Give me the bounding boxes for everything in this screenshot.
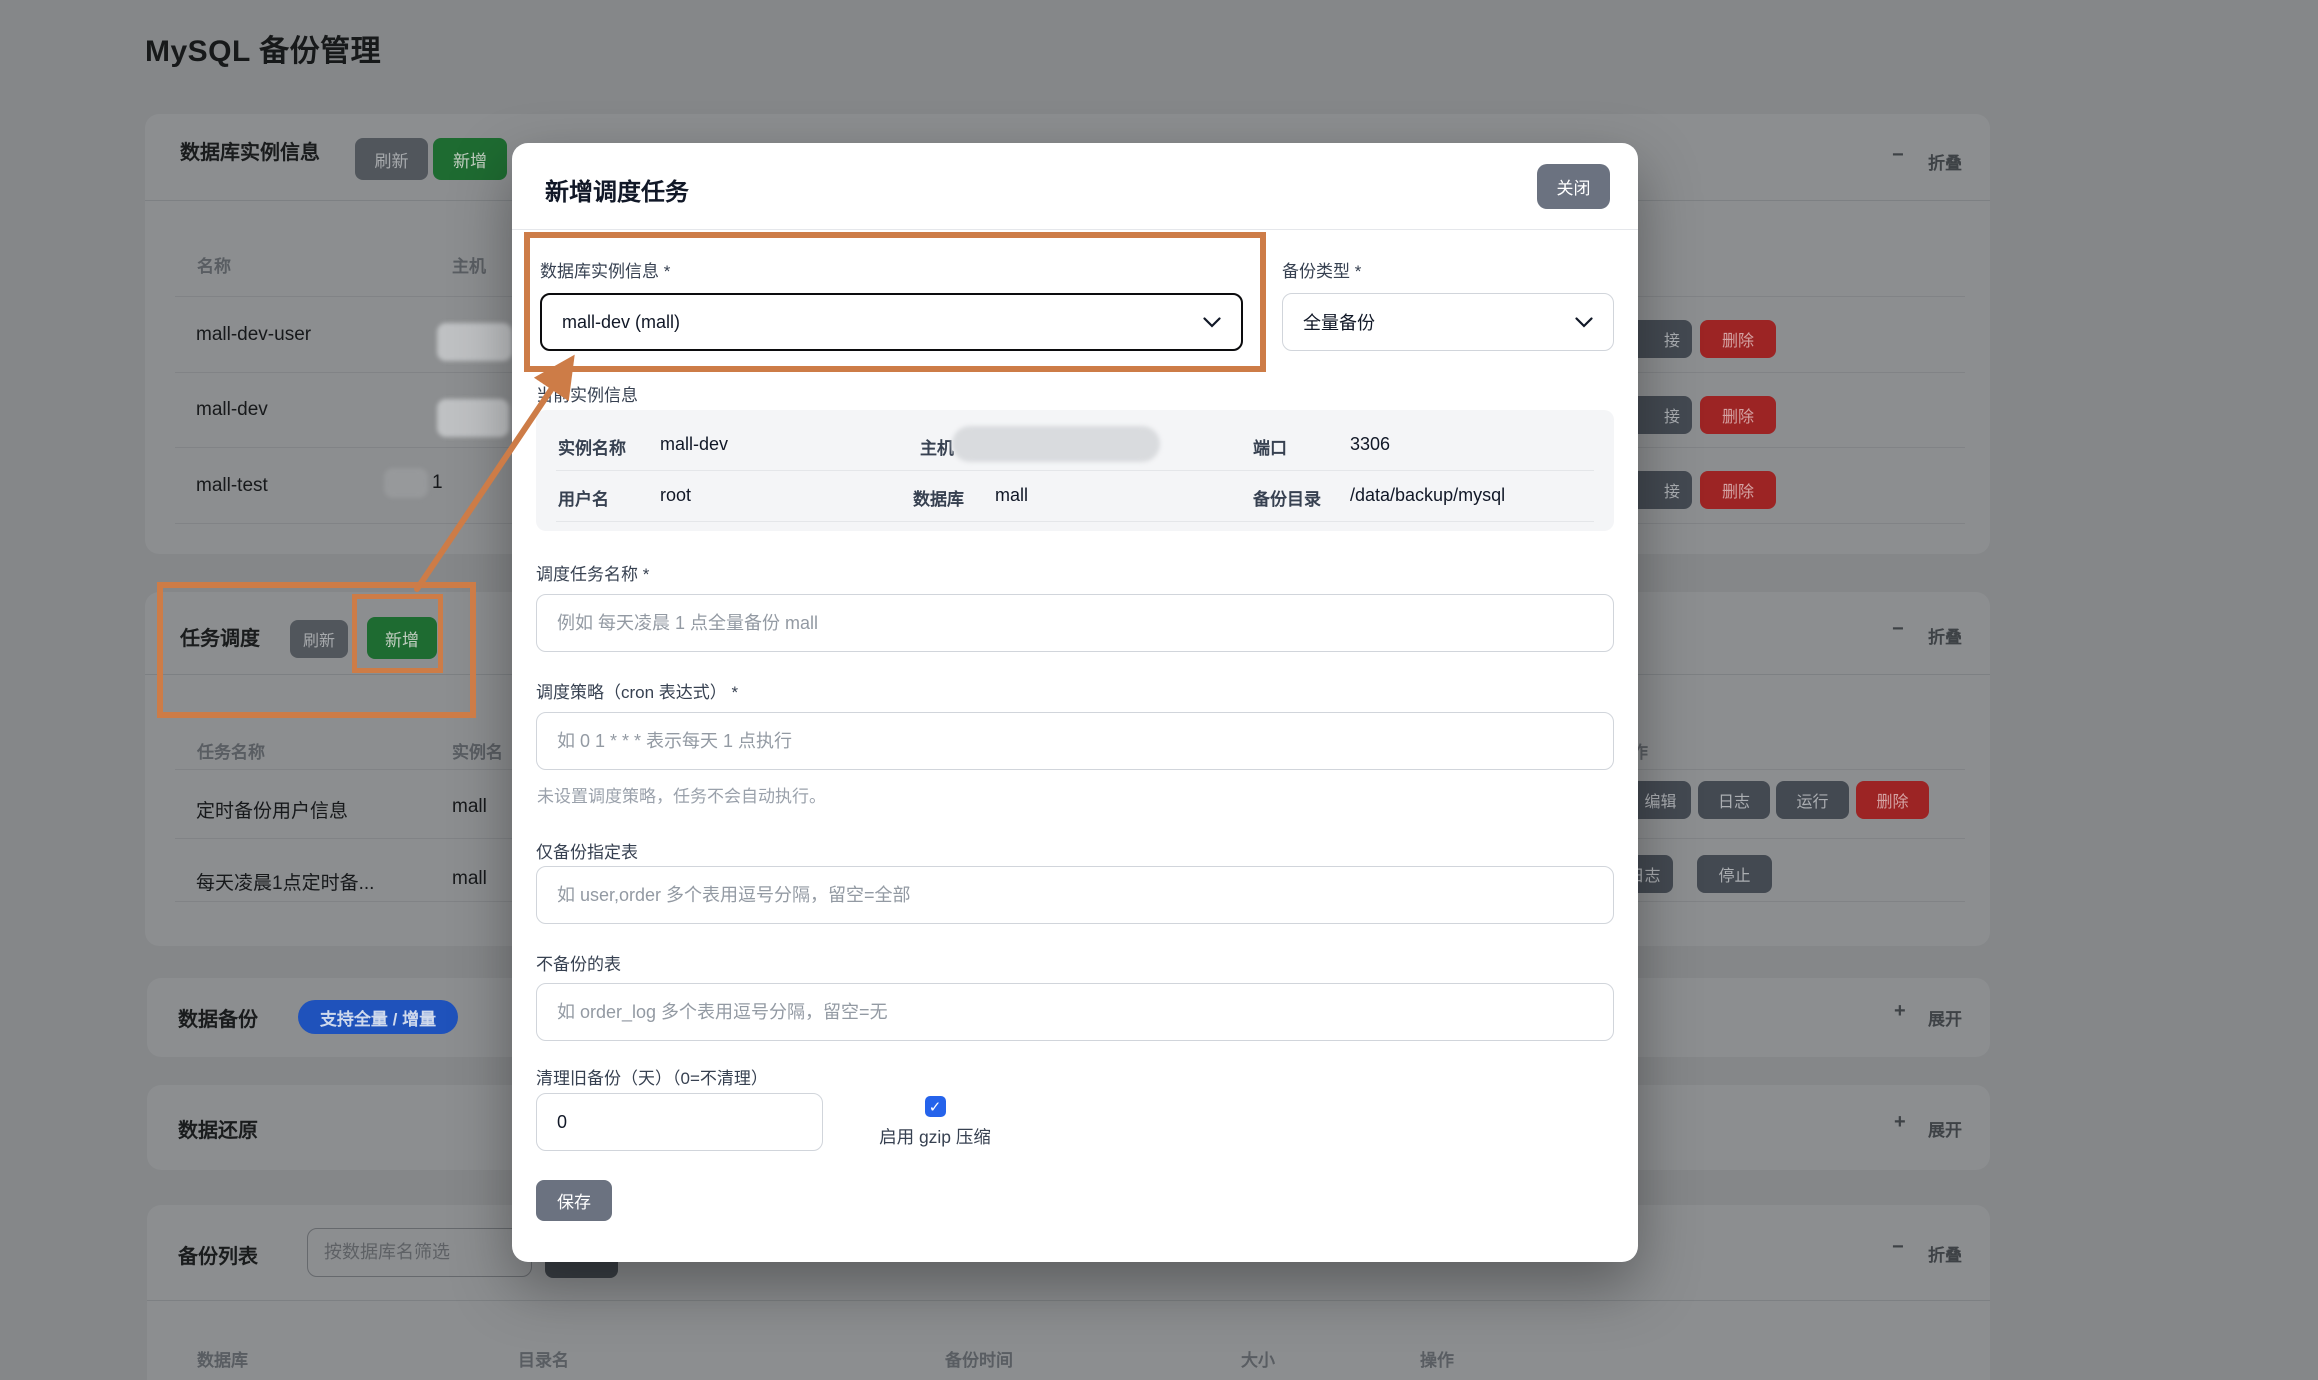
- add-schedule-task-modal: 新增调度任务 关闭 数据库实例信息 * mall-dev (mall) 备份类型…: [512, 143, 1638, 1262]
- instance-select-value: mall-dev (mall): [562, 312, 680, 333]
- info-dir-label: 备份目录: [1253, 485, 1321, 510]
- cron-input[interactable]: [536, 712, 1614, 770]
- host-visible-fragment: 1: [432, 472, 443, 494]
- instances-col-name: 名称: [197, 252, 231, 277]
- list-col-database: 数据库: [197, 1346, 248, 1371]
- current-info-label: 当前实例信息: [536, 381, 638, 406]
- task-row-name: 每天凌晨1点定时备...: [196, 868, 374, 895]
- current-info-panel: 实例名称 mall-dev 主机 端口 3306 用户名 root 数据库 ma…: [536, 410, 1614, 531]
- task-row-instance: mall: [452, 868, 487, 890]
- modal-title: 新增调度任务: [545, 172, 689, 207]
- task-log-button[interactable]: 日志: [1698, 781, 1770, 819]
- info-dir-value: /data/backup/mysql: [1350, 485, 1505, 506]
- cron-label: 调度策略（cron 表达式） *: [536, 678, 738, 703]
- instances-collapse-toggle[interactable]: 折叠: [1928, 149, 1962, 174]
- minus-icon[interactable]: −: [1892, 618, 1904, 641]
- cron-help-text: 未设置调度策略，任务不会自动执行。: [537, 782, 826, 807]
- instance-select[interactable]: mall-dev (mall): [540, 293, 1243, 351]
- task-stop-button[interactable]: 停止: [1697, 855, 1772, 893]
- backup-card-title: 数据备份: [178, 1003, 258, 1032]
- instances-refresh-button[interactable]: 刷新: [355, 138, 428, 180]
- exclude-tables-input[interactable]: [536, 983, 1614, 1041]
- instance-row-name: mall-test: [196, 475, 268, 497]
- instance-delete-button[interactable]: 删除: [1700, 471, 1776, 509]
- redacted-host-blob: [437, 399, 509, 437]
- task-name-label: 调度任务名称 *: [536, 560, 649, 585]
- backup-list-collapse-toggle[interactable]: 折叠: [1928, 1241, 1962, 1266]
- database-filter-input[interactable]: [307, 1228, 532, 1277]
- list-col-size: 大小: [1241, 1346, 1275, 1371]
- check-icon: ✓: [929, 1098, 942, 1116]
- info-host-label: 主机: [920, 434, 954, 459]
- plus-icon[interactable]: +: [1894, 1000, 1906, 1023]
- backup-expand-toggle[interactable]: 展开: [1928, 1005, 1962, 1030]
- full-incremental-badge: 支持全量 / 增量: [298, 1000, 458, 1034]
- restore-expand-toggle[interactable]: 展开: [1928, 1116, 1962, 1141]
- minus-icon[interactable]: −: [1892, 1236, 1904, 1259]
- gzip-label: 启用 gzip 压缩: [879, 1124, 991, 1149]
- task-run-button[interactable]: 运行: [1776, 781, 1849, 819]
- instance-delete-button[interactable]: 删除: [1700, 396, 1776, 434]
- task-edit-button[interactable]: 编辑: [1630, 781, 1691, 819]
- instance-row-name: mall-dev-user: [196, 324, 311, 346]
- screen: MySQL 备份管理 数据库实例信息 刷新 新增 − 折叠 名称 主机 mall…: [0, 0, 2318, 1380]
- task-row-name: 定时备份用户信息: [196, 796, 348, 823]
- divider: [556, 521, 1594, 522]
- info-name-label: 实例名称: [558, 434, 626, 459]
- tasks-col-task: 任务名称: [197, 738, 265, 763]
- task-name-input[interactable]: [536, 594, 1614, 652]
- info-port-value: 3306: [1350, 434, 1390, 455]
- exclude-tables-label: 不备份的表: [536, 950, 621, 975]
- gzip-option: ✓ 启用 gzip 压缩: [840, 1096, 1030, 1149]
- tasks-add-button[interactable]: 新增: [367, 617, 437, 659]
- info-user-value: root: [660, 485, 691, 506]
- task-delete-button[interactable]: 删除: [1856, 781, 1929, 819]
- tasks-col-instance: 实例名: [452, 738, 503, 763]
- info-user-label: 用户名: [558, 485, 609, 510]
- task-row-instance: mall: [452, 796, 487, 818]
- type-select-value: 全量备份: [1303, 309, 1375, 335]
- redacted-host-blob: [437, 323, 512, 361]
- cleanup-days-input[interactable]: [536, 1093, 823, 1151]
- backup-list-title: 备份列表: [178, 1240, 258, 1269]
- gzip-checkbox[interactable]: ✓: [925, 1096, 946, 1117]
- list-col-dirname: 目录名: [518, 1346, 569, 1371]
- page-title: MySQL 备份管理: [145, 26, 381, 70]
- include-tables-input[interactable]: [536, 866, 1614, 924]
- save-button[interactable]: 保存: [536, 1180, 612, 1221]
- instances-add-button[interactable]: 新增: [433, 138, 507, 180]
- divider: [147, 1300, 1990, 1301]
- info-db-value: mall: [995, 485, 1028, 506]
- tasks-card-title: 任务调度: [180, 622, 260, 651]
- info-db-label: 数据库: [913, 485, 964, 510]
- chevron-down-icon: [1575, 317, 1593, 328]
- list-col-actions: 操作: [1420, 1346, 1454, 1371]
- divider: [556, 470, 1594, 471]
- instances-card-title: 数据库实例信息: [180, 136, 320, 165]
- instance-delete-button[interactable]: 删除: [1700, 320, 1776, 358]
- modal-close-button[interactable]: 关闭: [1537, 164, 1610, 209]
- restore-card-title: 数据还原: [178, 1114, 258, 1143]
- redacted-host-blob: [952, 426, 1160, 462]
- tasks-collapse-toggle[interactable]: 折叠: [1928, 623, 1962, 648]
- chevron-down-icon: [1203, 317, 1221, 328]
- cleanup-label: 清理旧备份（天）（0=不清理）: [536, 1064, 768, 1089]
- include-tables-label: 仅备份指定表: [536, 838, 638, 863]
- list-col-time: 备份时间: [945, 1346, 1013, 1371]
- plus-icon[interactable]: +: [1894, 1111, 1906, 1134]
- instances-col-host: 主机: [452, 252, 486, 277]
- info-port-label: 端口: [1253, 434, 1287, 459]
- instance-row-name: mall-dev: [196, 399, 268, 421]
- type-select-label: 备份类型 *: [1282, 257, 1361, 282]
- tasks-refresh-button[interactable]: 刷新: [290, 620, 348, 658]
- minus-icon[interactable]: −: [1892, 144, 1904, 167]
- divider: [512, 229, 1638, 230]
- instance-select-label: 数据库实例信息 *: [540, 257, 670, 282]
- redacted-host-blob: [384, 468, 428, 498]
- backup-type-select[interactable]: 全量备份: [1282, 293, 1614, 351]
- info-name-value: mall-dev: [660, 434, 728, 455]
